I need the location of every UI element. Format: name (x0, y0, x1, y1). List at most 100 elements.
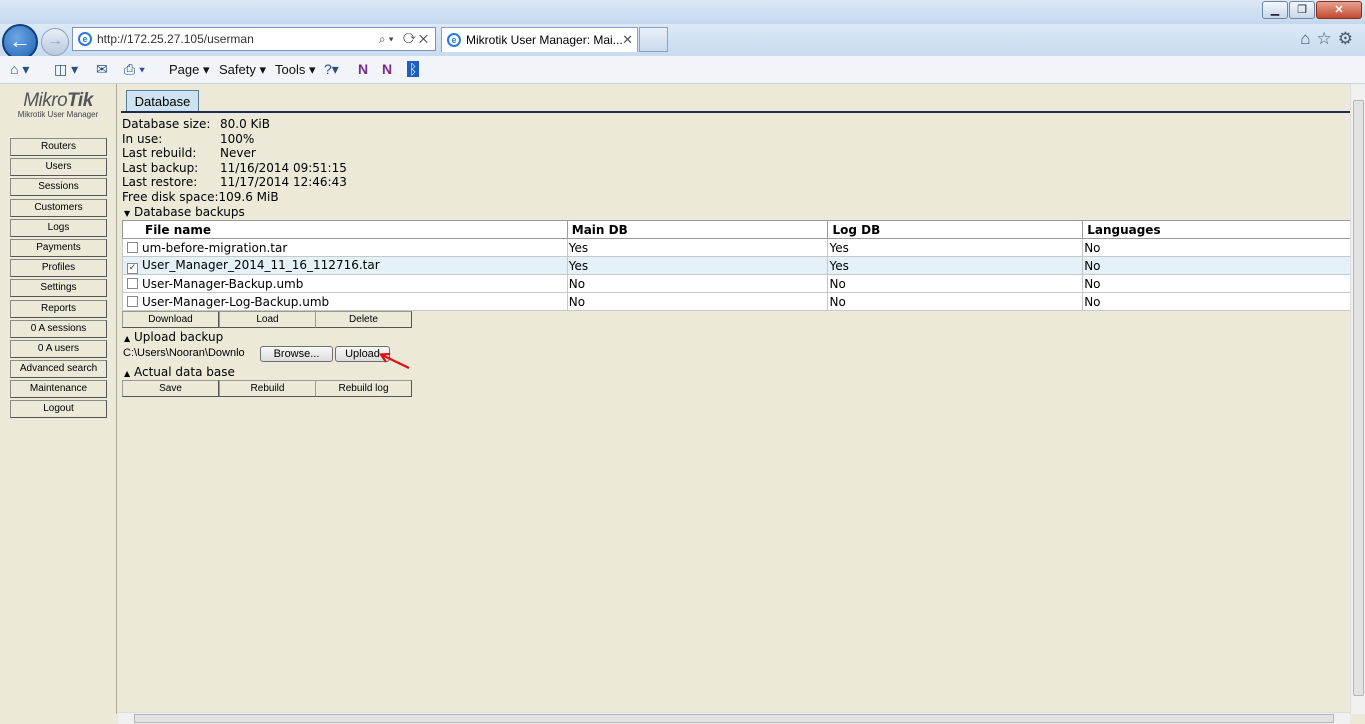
cell-log: Yes (827, 238, 1084, 257)
minimize-button[interactable]: ▁ (1262, 1, 1288, 19)
print-icon[interactable]: ⎙ ▾ (124, 61, 145, 78)
bluetooth-icon[interactable]: ᛒ (407, 61, 420, 77)
table-row[interactable]: User-Manager-Log-Backup.umb No No No (122, 292, 1351, 311)
cell-log: No (827, 274, 1084, 293)
new-tab-button[interactable] (639, 27, 668, 52)
cell-log: Yes (827, 256, 1084, 275)
tab-database[interactable]: Database (126, 90, 199, 112)
browser-tab-active[interactable]: e Mikrotik User Manager: Mai... ✕ (441, 27, 638, 52)
sidebar-item-active-users[interactable]: 0 A users (10, 339, 107, 358)
sidebar-item-logout[interactable]: Logout (10, 400, 107, 419)
forward-button[interactable]: → (41, 28, 69, 56)
ie-page-icon: e (78, 32, 92, 46)
cell-file: User-Manager-Log-Backup.umb (122, 292, 568, 311)
page-content: MikroTik Mikrotik User Manager Routers U… (0, 84, 1351, 714)
rebuild-button[interactable]: Rebuild (219, 380, 316, 397)
address-bar[interactable]: e http://172.25.27.105/userman ⌕▾ ⟳✕ (72, 27, 436, 51)
browse-button[interactable]: Browse... (260, 346, 333, 362)
logo-brand-light: Mikro (23, 90, 68, 111)
backups-table: File name Main DB Log DB Languages um-be… (122, 220, 1351, 311)
favorites-star-icon[interactable]: ☆ (1317, 29, 1338, 48)
vertical-scroll-thumb[interactable] (1353, 100, 1364, 696)
cell-main: No (566, 274, 829, 293)
onenote-linked-icon[interactable]: N (382, 61, 392, 77)
col-file-name: File name (122, 220, 568, 239)
page-menu[interactable]: Page ▾ (169, 62, 210, 78)
home-icon[interactable]: ⌂ ▾ (10, 61, 29, 78)
cell-lang: No (1082, 238, 1351, 257)
cell-main: Yes (566, 256, 829, 275)
cell-log: No (827, 292, 1084, 311)
address-tools[interactable]: ⌕▾ ⟳✕ (379, 28, 431, 50)
browser-navbar: ← → e http://172.25.27.105/userman ⌕▾ ⟳✕… (0, 24, 1365, 60)
browser-right-icons: ⌂☆⚙ (1300, 29, 1359, 49)
save-button[interactable]: Save (122, 380, 219, 397)
sidebar-item-customers[interactable]: Customers (10, 198, 107, 217)
upload-file-input[interactable]: C:\Users\Nooran\Downlo (123, 347, 258, 359)
row-checkbox[interactable] (127, 295, 138, 307)
collapse-triangle-icon: ▲ (124, 334, 131, 343)
onenote-icon[interactable]: N (358, 61, 368, 77)
download-button[interactable]: Download (122, 311, 219, 328)
info-database-size: Database size: 80.0 KiB (122, 117, 270, 131)
mikrotik-logo: MikroTik Mikrotik User Manager (10, 90, 106, 119)
forward-arrow-icon: → (47, 32, 63, 49)
row-checkbox[interactable] (127, 277, 138, 289)
sidebar-item-settings[interactable]: Settings (10, 279, 107, 298)
rebuild-log-button[interactable]: Rebuild log (315, 380, 412, 397)
sidebar-item-users[interactable]: Users (10, 158, 107, 177)
database-backups-header[interactable]: ▼ Database backups (124, 205, 245, 219)
sidebar-item-maintenance[interactable]: Maintenance (10, 380, 107, 399)
upload-backup-header[interactable]: ▲ Upload backup (124, 330, 223, 344)
mail-icon[interactable]: ✉ (96, 61, 108, 78)
cell-lang: No (1082, 292, 1351, 311)
database-info: Database size: 80.0 KiB In use: 100% Last … (122, 117, 347, 204)
col-main-db: Main DB (566, 220, 829, 239)
row-checkbox-checked[interactable]: ✓ (127, 262, 138, 274)
info-in-use: In use: 100% (122, 131, 255, 146)
sidebar-item-profiles[interactable]: Profiles (10, 259, 107, 278)
info-last-rebuild: Last rebuild: Never (122, 146, 256, 160)
row-checkbox[interactable] (127, 241, 138, 253)
logo-subtitle: Mikrotik User Manager (17, 110, 99, 119)
sidebar-item-payments[interactable]: Payments (10, 238, 107, 257)
maximize-button[interactable]: ❐ (1289, 1, 1315, 19)
tab-ie-icon: e (447, 33, 461, 47)
collapse-triangle-icon: ▼ (124, 209, 131, 218)
delete-button[interactable]: Delete (315, 311, 412, 328)
sidebar-item-sessions[interactable]: Sessions (10, 178, 107, 197)
table-row[interactable]: User-Manager-Backup.umb No No No (122, 274, 1351, 293)
gear-icon[interactable]: ⚙ (1338, 29, 1359, 48)
table-row[interactable]: ✓ User_Manager_2014_11_16_112716.tar Yes … (122, 256, 1351, 275)
tab-close-icon[interactable]: ✕ (622, 28, 633, 52)
tools-menu[interactable]: Tools ▾ (275, 62, 316, 78)
window-titlebar: ▁ ❐ ✕ (0, 0, 1365, 24)
table-row[interactable]: um-before-migration.tar Yes Yes No (122, 238, 1351, 257)
load-button[interactable]: Load (219, 311, 316, 328)
cell-file: um-before-migration.tar (122, 238, 568, 257)
sidebar-item-active-sessions[interactable]: 0 A sessions (10, 319, 107, 338)
info-last-restore: Last restore: 11/17/2014 12:46:43 (122, 175, 347, 189)
cell-lang: No (1082, 256, 1351, 275)
safety-menu[interactable]: Safety ▾ (219, 62, 266, 78)
horizontal-scroll-thumb[interactable] (134, 714, 1334, 723)
home-icon[interactable]: ⌂ (1300, 29, 1316, 48)
feeds-icon[interactable]: ◫ ▾ (54, 61, 78, 78)
actual-database-header[interactable]: ▲ Actual data base (124, 365, 235, 379)
col-log-db: Log DB (827, 220, 1084, 239)
help-icon[interactable]: ?▾ (324, 61, 339, 78)
tab-title: Mikrotik User Manager: Mai... (466, 33, 623, 47)
sidebar-item-reports[interactable]: Reports (10, 299, 107, 318)
horizontal-scrollbar[interactable] (118, 712, 1350, 724)
sidebar-item-routers[interactable]: Routers (10, 138, 107, 156)
back-button[interactable]: ← (2, 24, 38, 60)
sidebar-item-advanced-search[interactable]: Advanced search (10, 360, 107, 379)
cell-main: Yes (566, 238, 829, 257)
sidebar-item-logs[interactable]: Logs (10, 218, 107, 237)
info-free-disk: Free disk space:109.6 MiB (122, 189, 279, 204)
command-bar: ⌂ ▾ ◫ ▾ ✉ ⎙ ▾ Page ▾ Safety ▾ Tools ▾ ?▾… (0, 56, 1365, 84)
close-window-button[interactable]: ✕ (1316, 1, 1362, 19)
tab-underline (121, 111, 1350, 113)
info-last-backup: Last backup: 11/16/2014 09:51:15 (122, 160, 347, 175)
vertical-scrollbar[interactable] (1350, 84, 1365, 714)
